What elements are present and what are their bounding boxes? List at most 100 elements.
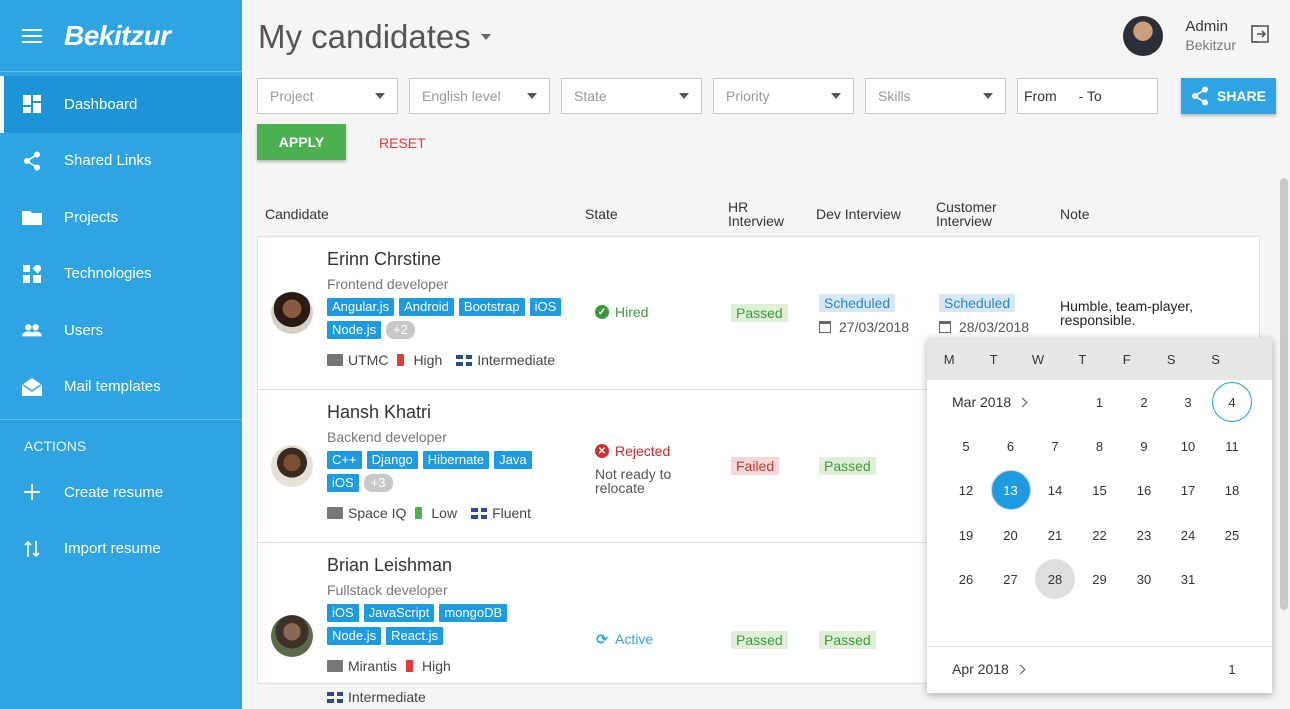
candidate-name[interactable]: Brian Leishman	[327, 555, 452, 576]
avatar[interactable]	[1123, 16, 1164, 56]
calendar-day[interactable]: 28	[1035, 559, 1075, 599]
calendar-day[interactable]: 26	[946, 559, 986, 599]
uk-flag-icon	[327, 691, 343, 703]
calendar-day[interactable]: 13	[990, 470, 1031, 510]
calendar-day[interactable]: 12	[946, 470, 986, 510]
logout-icon[interactable]	[1250, 24, 1270, 49]
calendar-day[interactable]: 22	[1080, 515, 1120, 555]
calendar-day[interactable]: 11	[1212, 426, 1252, 466]
col-customer-interview[interactable]: Customer Interview	[936, 200, 997, 228]
project-select[interactable]: Project	[257, 78, 398, 114]
skill-tag: C++	[327, 451, 362, 469]
sidebar-item-projects[interactable]: Projects	[0, 189, 242, 246]
month-label-april[interactable]: Apr 2018	[952, 661, 1026, 677]
calendar-day[interactable]: 5	[946, 426, 986, 466]
date-to[interactable]: - To	[1079, 88, 1102, 104]
close-circle-icon: ✕	[595, 444, 609, 458]
calendar-day[interactable]: 15	[1080, 470, 1120, 510]
state-active: ⟳ Active	[595, 630, 653, 648]
dropdown-arrow-icon	[831, 93, 841, 99]
refresh-icon: ⟳	[596, 630, 608, 647]
priority-low-icon	[415, 507, 423, 519]
avatar[interactable]	[271, 445, 313, 487]
col-note[interactable]: Note	[1060, 207, 1090, 221]
avatar[interactable]	[271, 292, 313, 334]
calendar-day[interactable]: 24	[1168, 515, 1208, 555]
chevron-right-icon[interactable]	[1015, 664, 1026, 674]
page-title[interactable]: My candidates	[258, 18, 491, 56]
calendar-day[interactable]: 10	[1168, 426, 1208, 466]
user-menu[interactable]: Admin Bekitzur	[1123, 16, 1270, 56]
hr-status-badge: Failed	[731, 457, 780, 475]
sidebar-item-label: Import resume	[64, 540, 161, 558]
chevron-down-icon[interactable]	[480, 34, 491, 40]
dashboard-icon	[22, 94, 42, 114]
weekday-label: F	[1122, 351, 1131, 367]
user-name: Admin	[1185, 18, 1228, 35]
calendar-day[interactable]: 20	[991, 515, 1031, 555]
english-level: Intermediate	[477, 352, 556, 368]
calendar-day[interactable]: 1	[1080, 382, 1120, 422]
calendar-day[interactable]: 25	[1212, 515, 1252, 555]
calendar-day[interactable]: 6	[991, 426, 1031, 466]
date-range-input[interactable]: From - To	[1017, 78, 1158, 114]
reset-button[interactable]: RESET	[379, 135, 426, 151]
dropdown-arrow-icon	[375, 93, 385, 99]
select-label: Project	[270, 88, 314, 104]
calendar-day[interactable]: 7	[1035, 426, 1075, 466]
scrollbar[interactable]	[1280, 178, 1288, 610]
share-icon	[1191, 86, 1208, 106]
calendar-day[interactable]: 18	[1212, 470, 1252, 510]
skill-tag: iOS	[327, 604, 359, 622]
sidebar-item-mail-templates[interactable]: Mail templates	[0, 359, 242, 416]
calendar-day[interactable]: 9	[1124, 426, 1164, 466]
calendar-day[interactable]: 19	[946, 515, 986, 555]
calendar-day[interactable]: 30	[1124, 559, 1164, 599]
more-tags-badge[interactable]: +2	[386, 321, 415, 339]
calendar-day[interactable]: 23	[1124, 515, 1164, 555]
sidebar-item-users[interactable]: Users	[0, 302, 242, 359]
avatar[interactable]	[271, 615, 313, 657]
folder-icon	[22, 207, 42, 227]
calendar-day[interactable]: 29	[1080, 559, 1120, 599]
chevron-right-icon[interactable]	[1017, 397, 1028, 407]
col-candidate[interactable]: Candidate	[265, 207, 329, 221]
share-label: SHARE	[1216, 88, 1266, 104]
calendar-day[interactable]: 2	[1124, 382, 1164, 422]
sidebar-item-dashboard[interactable]: Dashboard	[0, 76, 242, 133]
calendar-day[interactable]: 31	[1168, 559, 1208, 599]
dev-status-badge: Passed	[819, 631, 876, 649]
col-dev-interview[interactable]: Dev Interview	[816, 207, 901, 221]
more-tags-badge[interactable]: +3	[363, 474, 393, 492]
apply-button[interactable]: APPLY	[257, 124, 346, 160]
col-state[interactable]: State	[585, 207, 618, 221]
calendar-day[interactable]: 14	[1035, 470, 1075, 510]
date-from[interactable]: From	[1024, 88, 1057, 104]
priority-select[interactable]: Priority	[713, 78, 854, 114]
calendar-day[interactable]: 3	[1168, 382, 1208, 422]
skills-select[interactable]: Skills	[865, 78, 1006, 114]
plus-icon	[22, 482, 42, 502]
share-button[interactable]: SHARE	[1181, 78, 1276, 114]
english-level-select[interactable]: English level	[409, 78, 550, 114]
menu-icon[interactable]	[22, 28, 42, 43]
sidebar-item-create-resume[interactable]: Create resume	[0, 464, 242, 521]
calendar-day[interactable]: 27	[991, 559, 1031, 599]
calendar-day[interactable]: 16	[1124, 470, 1164, 510]
sidebar-item-import-resume[interactable]: Import resume	[0, 521, 242, 578]
calendar-day[interactable]: 4	[1212, 382, 1252, 422]
month-label-march[interactable]: Mar 2018	[952, 394, 1028, 410]
calendar-day[interactable]: 1	[1212, 649, 1252, 689]
app-logo[interactable]: Bekitzur	[64, 20, 171, 52]
sidebar-item-shared-links[interactable]: Shared Links	[0, 133, 242, 190]
candidate-name[interactable]: Erinn Chrstine	[327, 249, 441, 270]
skill-tag: Node.js	[327, 627, 382, 645]
state-select[interactable]: State	[561, 78, 702, 114]
actions-heading: ACTIONS	[24, 438, 87, 454]
col-hr-interview[interactable]: HR Interview	[728, 200, 784, 228]
calendar-day[interactable]: 21	[1035, 515, 1075, 555]
sidebar-item-technologies[interactable]: Technologies	[0, 246, 242, 303]
candidate-name[interactable]: Hansh Khatri	[327, 402, 431, 423]
calendar-day[interactable]: 8	[1080, 426, 1120, 466]
calendar-day[interactable]: 17	[1168, 470, 1208, 510]
